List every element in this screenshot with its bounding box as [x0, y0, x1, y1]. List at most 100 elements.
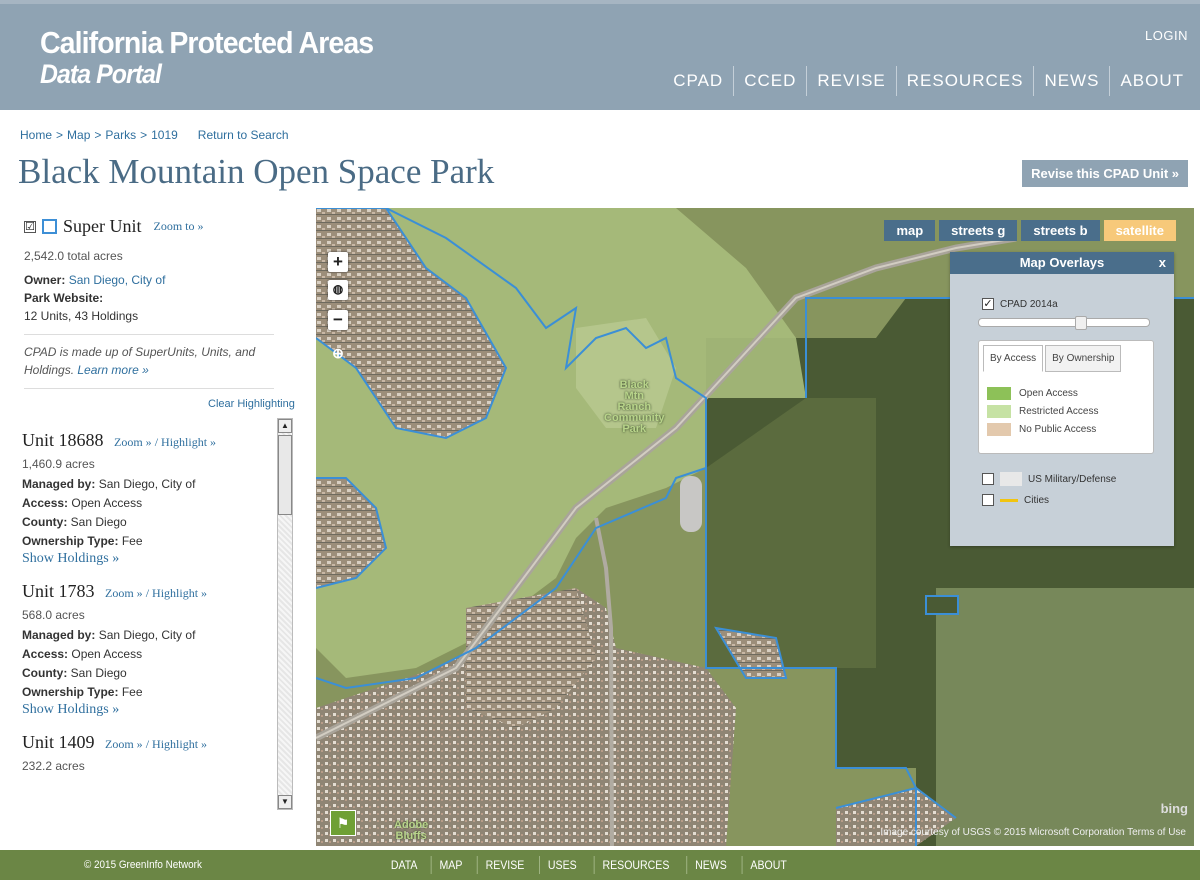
units-list: Unit 18688 Zoom » / Highlight » 1,460.9 … [22, 430, 277, 812]
scroll-up-arrow-icon[interactable]: ▲ [278, 419, 292, 433]
cpad-checkbox[interactable]: ✓ [982, 298, 994, 310]
super-unit-panel: ☑ Super Unit Zoom to » 2,542.0 total acr… [24, 216, 294, 397]
military-swatch [1000, 472, 1022, 486]
return-to-search-link[interactable]: Return to Search [198, 128, 289, 142]
footer-nav-map[interactable]: MAP [430, 856, 471, 874]
footer-nav-uses[interactable]: USES [539, 856, 584, 874]
logo-line1: California Protected Areas [40, 25, 374, 60]
site-header: California Protected Areas Data Portal L… [0, 0, 1200, 110]
breadcrumb: Home > Map > Parks > 1019 Return to Sear… [20, 128, 289, 142]
bing-logo: bing [1160, 801, 1188, 816]
slider-handle[interactable] [1075, 316, 1087, 330]
nav-cced[interactable]: CCED [733, 66, 806, 96]
basemap-switcher: map streets g streets b satellite [884, 220, 1176, 241]
map-overlays-panel: Map Overlays x ✓ CPAD 2014a By Access By… [950, 252, 1174, 546]
footer-nav-revise[interactable]: REVISE [477, 856, 532, 874]
basemap-streets-b-button[interactable]: streets b [1021, 220, 1100, 241]
cpad-note: CPAD is made up of SuperUnits, Units, an… [24, 343, 274, 379]
county-value: San Diego [70, 666, 127, 680]
tab-by-access[interactable]: By Access [983, 345, 1044, 372]
county-value: San Diego [70, 515, 127, 529]
unit-highlight-link[interactable]: Highlight » [152, 737, 207, 751]
super-unit-summary: 12 Units, 43 Holdings [24, 309, 139, 323]
open-access-label: Open Access [1019, 388, 1078, 399]
divider [24, 334, 274, 335]
nav-revise[interactable]: REVISE [806, 66, 895, 96]
magnifier-icon[interactable]: ⊕ [328, 344, 348, 364]
list-item: Unit 1783 Zoom » / Highlight » 568.0 acr… [22, 581, 277, 718]
globe-icon[interactable]: ◍ [328, 280, 348, 300]
access-value: Open Access [71, 647, 143, 661]
access-label: Access: [22, 496, 69, 510]
footer-nav-data[interactable]: DATA [383, 856, 425, 874]
unit-highlight-link[interactable]: Highlight » [152, 586, 207, 600]
unit-acres: 232.2 acres [22, 759, 85, 773]
no-public-access-label: No Public Access [1019, 424, 1097, 435]
managed-value: San Diego, City of [98, 628, 196, 642]
tab-by-ownership[interactable]: By Ownership [1045, 345, 1122, 372]
scroll-thumb[interactable] [278, 435, 292, 515]
close-icon[interactable]: x [1159, 252, 1166, 274]
cities-checkbox[interactable] [982, 494, 994, 506]
login-link[interactable]: LOGIN [1145, 28, 1188, 43]
show-holdings-link[interactable]: Show Holdings » [22, 702, 277, 718]
adobe-bluffs-map-label: Adobe Bluffs [394, 819, 429, 842]
scroll-down-arrow-icon[interactable]: ▼ [278, 795, 292, 809]
map-legend-icon[interactable]: ⚑ [330, 810, 356, 836]
cpad-label: CPAD 2014a [1000, 298, 1058, 310]
basemap-satellite-button[interactable]: satellite [1103, 220, 1176, 241]
super-unit-checkbox[interactable]: ☑ [24, 220, 36, 233]
unit-highlight-link[interactable]: Highlight » [161, 435, 216, 449]
map-overlays-header: Map Overlays x [950, 252, 1174, 274]
learn-more-link[interactable]: Learn more » [77, 363, 148, 377]
county-label: County: [22, 515, 68, 529]
units-scrollbar[interactable]: ▲ ▼ [277, 418, 293, 810]
top-nav: CPAD CCED REVISE RESOURCES NEWS ABOUT [663, 66, 1194, 96]
open-access-swatch [987, 387, 1011, 400]
unit-zoom-link[interactable]: Zoom » [114, 435, 152, 449]
terms-of-use-link[interactable]: Terms of Use [1127, 827, 1186, 838]
show-holdings-link[interactable]: Show Holdings » [22, 551, 277, 567]
breadcrumb-separator: > [94, 128, 102, 142]
footer-nav-resources[interactable]: RESOURCES [593, 856, 678, 874]
logo-line2: Data Portal [40, 59, 162, 89]
zoom-out-button[interactable]: − [328, 310, 348, 330]
breadcrumb-id: 1019 [151, 128, 178, 142]
owner-label: Owner: [24, 273, 66, 287]
unit-zoom-link[interactable]: Zoom » [105, 586, 143, 600]
super-unit-color-swatch [42, 219, 57, 234]
map-attribution: Image courtesy of USGS © 2015 Microsoft … [880, 827, 1186, 838]
opacity-slider[interactable] [978, 316, 1150, 330]
site-logo[interactable]: California Protected Areas Data Portal [40, 26, 402, 89]
unit-zoom-link[interactable]: Zoom » [105, 737, 143, 751]
basemap-streets-g-button[interactable]: streets g [939, 220, 1018, 241]
basemap-map-button[interactable]: map [884, 220, 936, 241]
unit-acres: 568.0 acres [22, 608, 85, 622]
nav-news[interactable]: NEWS [1033, 66, 1109, 96]
divider [24, 388, 274, 389]
revise-unit-button[interactable]: Revise this CPAD Unit » [1022, 160, 1188, 187]
unit-title: Unit 1409 [22, 732, 95, 752]
footer-nav-news[interactable]: NEWS [686, 856, 734, 874]
super-unit-zoom-link[interactable]: Zoom to » [154, 219, 204, 234]
nav-resources[interactable]: RESOURCES [895, 66, 1034, 96]
footer-nav-about[interactable]: ABOUT [741, 856, 795, 874]
breadcrumb-map[interactable]: Map [67, 128, 90, 142]
access-label: Access: [22, 647, 69, 661]
nav-about[interactable]: ABOUT [1109, 66, 1194, 96]
list-item: Unit 1409 Zoom » / Highlight » 232.2 acr… [22, 732, 277, 773]
unit-title: Unit 1783 [22, 581, 95, 601]
breadcrumb-separator: > [56, 128, 64, 142]
no-public-access-swatch [987, 423, 1011, 436]
cities-label: Cities [1024, 494, 1050, 506]
breadcrumb-home[interactable]: Home [20, 128, 52, 142]
zoom-in-button[interactable]: + [328, 252, 348, 272]
map-overlays-title: Map Overlays [1019, 255, 1105, 270]
breadcrumb-parks[interactable]: Parks [105, 128, 136, 142]
military-checkbox[interactable] [982, 473, 994, 485]
owner-link[interactable]: San Diego, City of [69, 273, 166, 287]
clear-highlighting-link[interactable]: Clear Highlighting [208, 398, 295, 410]
breadcrumb-separator: > [140, 128, 148, 142]
nav-cpad[interactable]: CPAD [663, 66, 733, 96]
restricted-access-swatch [987, 405, 1011, 418]
